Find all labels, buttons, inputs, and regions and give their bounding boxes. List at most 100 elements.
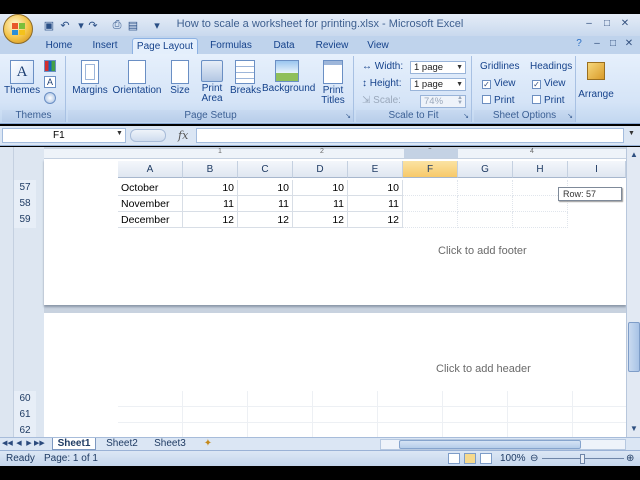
ribbon-minimize-button[interactable]: – (590, 38, 604, 50)
column-header-a[interactable]: A (118, 161, 183, 178)
headings-view-checkbox[interactable]: ✓ View (532, 77, 566, 91)
insert-sheet-icon[interactable]: ✦ (198, 438, 218, 450)
horizontal-scroll-thumb[interactable] (399, 440, 581, 449)
insert-function-icon[interactable]: fx (178, 129, 188, 142)
row-header-58[interactable]: 58 (14, 196, 36, 212)
cell-h59[interactable] (513, 212, 568, 228)
page-setup-launcher-icon[interactable]: ↘ (345, 112, 351, 120)
sheet-options-launcher-icon[interactable]: ↘ (567, 112, 573, 120)
cell-a58[interactable]: November (118, 196, 183, 212)
name-box[interactable]: F1 (2, 128, 126, 143)
office-button[interactable] (3, 14, 33, 44)
restore-button[interactable]: □ (600, 18, 614, 30)
normal-view-icon[interactable] (448, 453, 460, 464)
row-header-62[interactable]: 62 (14, 423, 36, 437)
minimize-button[interactable]: – (582, 18, 596, 30)
sheet-tab-sheet3[interactable]: Sheet3 (148, 438, 192, 450)
tab-data[interactable]: Data (264, 38, 304, 54)
size-button[interactable]: Size (166, 60, 194, 96)
gridlines-view-checkbox[interactable]: ✓ View (482, 77, 516, 91)
vertical-scrollbar[interactable]: ▲ ▼ (626, 147, 640, 437)
theme-colors-icon[interactable] (44, 60, 56, 72)
cell-d59[interactable]: 12 (293, 212, 348, 228)
row-header-57[interactable]: 57 (14, 180, 36, 196)
expand-formula-bar-icon[interactable]: ▼ (628, 130, 635, 137)
cell-f57[interactable] (403, 180, 458, 196)
theme-effects-icon[interactable] (44, 92, 56, 104)
tab-home[interactable]: Home (40, 38, 78, 54)
horizontal-scrollbar[interactable] (380, 439, 626, 450)
scale-to-fit-launcher-icon[interactable]: ↘ (463, 112, 469, 120)
column-header-h[interactable]: H (513, 161, 568, 178)
cell-d57[interactable]: 10 (293, 180, 348, 196)
row-header-61[interactable]: 61 (14, 407, 36, 423)
margins-button[interactable]: Margins (72, 60, 108, 96)
theme-fonts-icon[interactable]: A (44, 76, 56, 88)
last-sheet-icon[interactable]: ▶▶ (34, 439, 45, 449)
first-sheet-icon[interactable]: ◀◀ (2, 439, 13, 449)
page-break-preview-icon[interactable] (480, 453, 492, 464)
row-header-59[interactable]: 59 (14, 212, 36, 228)
height-dropdown[interactable]: 1 page ▼ (410, 78, 466, 91)
column-header-b[interactable]: B (183, 161, 238, 178)
worksheet-area[interactable]: 1 2 3 4 Click to add footer Click to add… (0, 147, 640, 437)
cell-e59[interactable]: 12 (348, 212, 403, 228)
cell-e58[interactable]: 11 (348, 196, 403, 212)
print-titles-button[interactable]: Print Titles (316, 60, 350, 106)
empty-grid[interactable] (118, 391, 626, 437)
cell-f58[interactable] (403, 196, 458, 212)
quick-print-icon[interactable]: ▤ (126, 18, 140, 32)
ribbon-restore-button[interactable]: □ (606, 38, 620, 50)
column-header-i[interactable]: I (568, 161, 626, 178)
cell-a59[interactable]: December (118, 212, 183, 228)
cell-d58[interactable]: 11 (293, 196, 348, 212)
row-header-60[interactable]: 60 (14, 391, 36, 407)
cell-c59[interactable]: 12 (238, 212, 293, 228)
prev-sheet-icon[interactable]: ◀ (14, 439, 24, 449)
zoom-in-icon[interactable]: ⊕ (626, 453, 634, 464)
zoom-out-icon[interactable]: ⊖ (530, 453, 538, 464)
cell-b58[interactable]: 11 (183, 196, 238, 212)
header-prompt[interactable]: Click to add header (436, 363, 531, 375)
save-icon[interactable]: ▣ (42, 18, 56, 32)
tab-formulas[interactable]: Formulas (204, 38, 258, 54)
breaks-button[interactable]: Breaks (230, 60, 261, 96)
column-header-d[interactable]: D (293, 161, 348, 178)
width-dropdown[interactable]: 1 page ▼ (410, 61, 466, 74)
cell-g57[interactable] (458, 180, 513, 196)
zoom-slider-thumb[interactable] (580, 454, 585, 464)
scroll-down-icon[interactable]: ▼ (628, 423, 640, 435)
arrange-button[interactable] (580, 62, 612, 82)
formula-cancel-enter-buttons[interactable] (130, 129, 166, 142)
zoom-level[interactable]: 100% (500, 453, 526, 464)
cell-e57[interactable]: 10 (348, 180, 403, 196)
scroll-up-icon[interactable]: ▲ (628, 149, 640, 161)
print-area-button[interactable]: Print Area (196, 60, 228, 104)
themes-button[interactable]: A Themes (4, 60, 40, 96)
cell-b57[interactable]: 10 (183, 180, 238, 196)
page-layout-view-icon[interactable] (464, 453, 476, 464)
orientation-button[interactable]: Orientation (110, 60, 164, 96)
tab-review[interactable]: Review (310, 38, 354, 54)
column-header-e[interactable]: E (348, 161, 403, 178)
vertical-scroll-thumb[interactable] (628, 322, 640, 372)
redo-icon[interactable]: ↷ (86, 18, 100, 32)
gridlines-print-checkbox[interactable]: Print (482, 94, 515, 108)
help-icon[interactable]: ? (572, 38, 586, 50)
cell-f59[interactable] (403, 212, 458, 228)
footer-prompt[interactable]: Click to add footer (438, 245, 527, 257)
headings-print-checkbox[interactable]: Print (532, 94, 565, 108)
next-sheet-icon[interactable]: ▶ (24, 439, 34, 449)
cell-g58[interactable] (458, 196, 513, 212)
column-header-g[interactable]: G (458, 161, 513, 178)
undo-icon[interactable]: ↶ (58, 18, 72, 32)
column-header-c[interactable]: C (238, 161, 293, 178)
background-button[interactable]: Background (262, 60, 315, 94)
tab-insert[interactable]: Insert (84, 38, 126, 54)
print-preview-icon[interactable]: ⎙ (110, 18, 124, 32)
cell-a57[interactable]: October (118, 180, 183, 196)
column-header-f[interactable]: F (403, 161, 458, 178)
tab-view[interactable]: View (360, 38, 396, 54)
formula-input[interactable] (196, 128, 624, 143)
sheet-tab-sheet1[interactable]: Sheet1 (52, 438, 96, 450)
